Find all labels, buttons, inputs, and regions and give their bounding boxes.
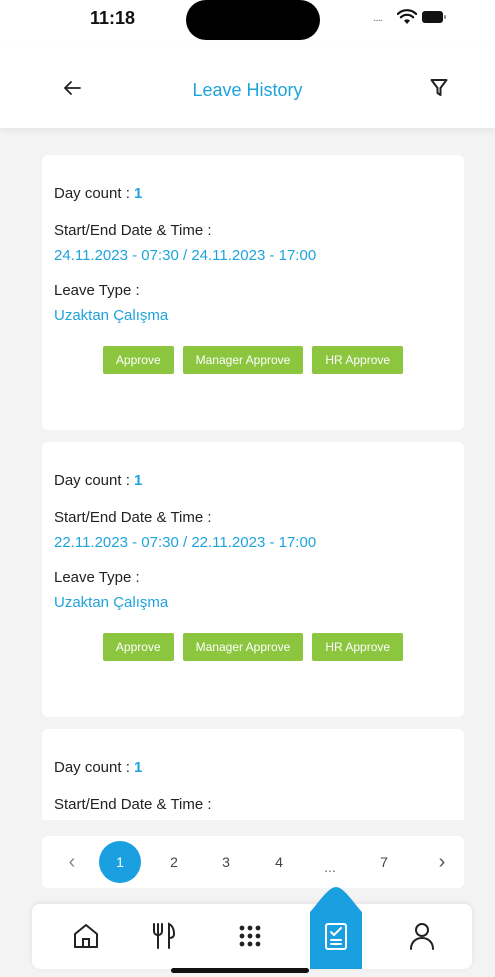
dates-value: 24.11.2023 - 07:30 / 24.11.2023 - 17:00 (54, 247, 317, 264)
leave-history-list[interactable]: Day count : 1 Start/End Date & Time : 24… (42, 155, 464, 820)
page-ellipsis: ... (324, 859, 336, 875)
day-count-label: Day count : (54, 185, 135, 202)
leave-type-value: Uzaktan Çalışma (54, 594, 169, 611)
day-count-label: Day count : (54, 759, 135, 776)
approval-status-row: Approve Manager Approve HR Approve (54, 633, 464, 661)
signal-icon: ..... (373, 13, 383, 24)
page-link[interactable]: 3 (214, 836, 238, 888)
home-icon[interactable] (70, 920, 102, 952)
approval-status-row: Approve Manager Approve HR Approve (54, 346, 464, 374)
approve-badge[interactable]: Approve (102, 346, 174, 374)
status-time: 11:18 (90, 8, 136, 28)
app-header: Leave History (0, 46, 495, 128)
manager-approve-badge[interactable]: Manager Approve (182, 633, 304, 661)
prev-page-button[interactable]: ‹ (60, 836, 84, 888)
next-page-button[interactable]: › (430, 836, 454, 888)
page-current[interactable]: 1 (99, 841, 141, 883)
restaurant-icon[interactable] (147, 920, 179, 952)
battery-icon (422, 11, 446, 23)
day-count-row: Day count : 1 (54, 759, 464, 776)
day-count-label: Day count : (54, 472, 135, 489)
leave-card: Day count : 1 Start/End Date & Time : 22… (42, 442, 464, 717)
approve-badge[interactable]: Approve (102, 633, 174, 661)
status-bar: 11:18 ..... (0, 0, 495, 46)
page-title: Leave History (192, 80, 303, 100)
hr-approve-badge[interactable]: HR Approve (312, 633, 404, 661)
pagination: ‹ 1 2 3 4 ... 7 › (42, 836, 464, 888)
leave-card: Day count : 1 Start/End Date & Time : 24… (42, 155, 464, 430)
page-link[interactable]: 2 (162, 836, 186, 888)
dates-label: Start/End Date & Time : (54, 796, 212, 813)
dates-label: Start/End Date & Time : (54, 509, 212, 526)
wifi-icon (397, 9, 417, 24)
day-count-value: 1 (134, 472, 143, 489)
leave-type-label: Leave Type : (54, 282, 140, 299)
home-indicator (171, 968, 309, 973)
leave-card: Day count : 1 Start/End Date & Time : (42, 729, 464, 820)
screen: 11:18 ..... Leave History Day count : 1 … (0, 0, 495, 977)
day-count-value: 1 (134, 185, 143, 202)
leave-request-icon[interactable] (320, 920, 352, 952)
dynamic-island (186, 0, 320, 40)
profile-icon[interactable] (406, 920, 438, 952)
hr-approve-badge[interactable]: HR Approve (312, 346, 404, 374)
page-link[interactable]: 4 (267, 836, 291, 888)
dates-value: 22.11.2023 - 07:30 / 22.11.2023 - 17:00 (54, 534, 317, 551)
day-count-row: Day count : 1 (54, 185, 464, 202)
bottom-navigation (32, 887, 472, 969)
day-count-row: Day count : 1 (54, 472, 464, 489)
leave-type-value: Uzaktan Çalışma (54, 307, 169, 324)
page-link[interactable]: 7 (372, 836, 396, 888)
dates-label: Start/End Date & Time : (54, 222, 212, 239)
manager-approve-badge[interactable]: Manager Approve (182, 346, 304, 374)
leave-type-label: Leave Type : (54, 569, 140, 586)
filter-icon[interactable] (430, 78, 448, 98)
day-count-value: 1 (134, 759, 143, 776)
apps-grid-icon[interactable] (234, 920, 266, 952)
